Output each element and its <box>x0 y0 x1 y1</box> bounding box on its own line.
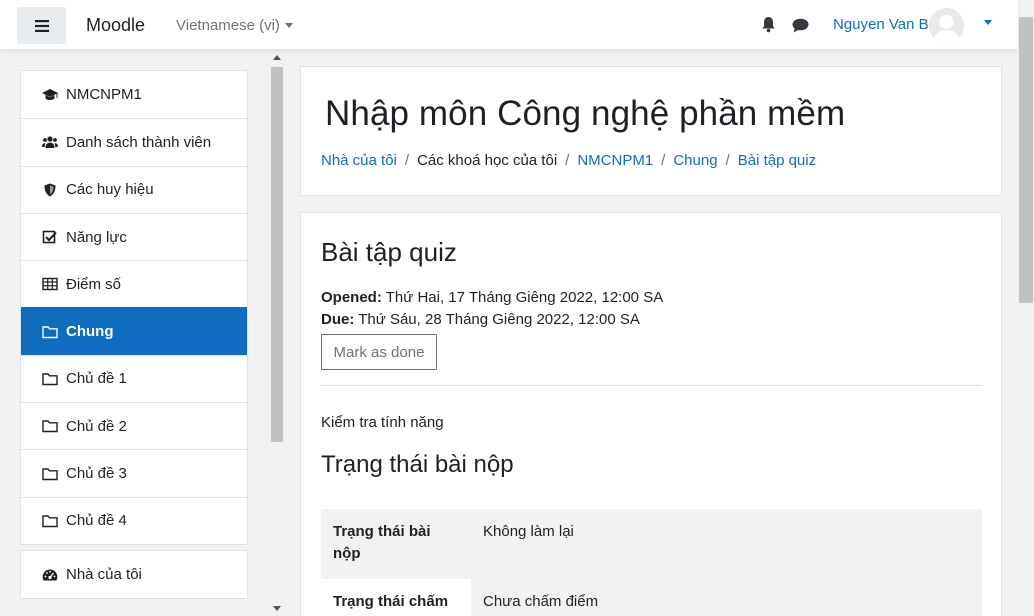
sidebar-item-label: Chủ đề 1 <box>66 370 127 388</box>
course-nav-group: NMCNPM1 Danh sách thành viên Các huy hiệu N… <box>20 70 248 545</box>
sidebar-item-nmcnpm1[interactable]: NMCNPM1 <box>21 71 247 118</box>
bell-icon[interactable] <box>760 16 777 33</box>
sidebar-item-nha-cua-toi[interactable]: Nhà của tôi <box>21 551 247 598</box>
breadcrumb-item[interactable]: NMCNPM1 <box>577 152 653 169</box>
opened-value: Thứ Hai, 17 Tháng Giêng 2022, 12:00 SA <box>385 289 664 306</box>
activity-region: Bài tập quiz Opened: Thứ Hai, 17 Tháng G… <box>300 212 1002 616</box>
opened-date: Opened: Thứ Hai, 17 Tháng Giêng 2022, 12… <box>321 287 663 309</box>
sidebar-item-label: Chủ đề 2 <box>66 417 127 435</box>
sidebar-item-label: Năng lực <box>66 228 127 246</box>
due-value: Thứ Sáu, 28 Tháng Giêng 2022, 12:00 SA <box>358 311 640 328</box>
breadcrumb-item[interactable]: Bài tập quiz <box>738 152 816 169</box>
page-scrollbar[interactable] <box>1018 0 1034 616</box>
sidebar-item-nang-luc[interactable]: Năng lực <box>21 212 247 260</box>
sidebar-item-cac-huy-hieu[interactable]: Các huy hiệu <box>21 165 247 213</box>
sidebar-item-label: Các huy hiệu <box>66 181 154 199</box>
opened-label: Opened: <box>321 289 382 306</box>
folder-icon <box>41 418 59 434</box>
table-row: Trạng thái chấm Chưa chấm điểm <box>321 579 982 616</box>
drawer-scrollbar[interactable] <box>270 50 284 616</box>
scroll-down-icon[interactable] <box>273 606 281 611</box>
folder-icon <box>41 466 59 482</box>
page-header: Nhập môn Công nghệ phần mềm Nhà của tôi /… <box>300 66 1002 196</box>
status-value: Chưa chấm điểm <box>471 579 982 616</box>
due-label: Due: <box>321 311 355 328</box>
mark-as-done-button[interactable]: Mark as done <box>321 334 437 370</box>
divider <box>321 385 982 386</box>
sidebar-item-chu-de-2[interactable]: Chủ đề 2 <box>21 402 247 449</box>
table-row: Trạng thái bài nộp Không làm lại <box>321 509 982 579</box>
breadcrumb-separator: / <box>725 152 730 169</box>
activity-dates: Opened: Thứ Hai, 17 Tháng Giêng 2022, 12… <box>321 287 663 331</box>
language-selector[interactable]: Vietnamese (vi) <box>176 17 280 34</box>
brand-logo[interactable]: Moodle <box>86 15 145 36</box>
activity-intro: Kiểm tra tính năng <box>321 414 444 431</box>
avatar[interactable] <box>929 8 964 43</box>
caret-down-icon[interactable] <box>285 23 293 28</box>
drawer-scrollbar-thumb[interactable] <box>271 67 283 442</box>
user-avatar-icon <box>929 8 964 43</box>
sidebar-item-chu-de-4[interactable]: Chủ đề 4 <box>21 496 247 544</box>
activity-title: Bài tập quiz <box>321 237 457 267</box>
users-icon <box>41 134 59 150</box>
folder-icon <box>41 324 59 340</box>
sidebar-item-label: Chủ đề 3 <box>66 465 127 483</box>
sidebar-item-chung[interactable]: Chung <box>21 307 247 355</box>
graduation-cap-icon <box>41 87 59 103</box>
page-scrollbar-thumb[interactable] <box>1019 17 1033 303</box>
sidebar-item-label: Danh sách thành viên <box>66 133 212 151</box>
drawer-list: NMCNPM1 Danh sách thành viên Các huy hiệu N… <box>20 70 248 600</box>
user-name[interactable]: Nguyen Van B <box>833 16 929 33</box>
breadcrumb-separator: / <box>404 152 410 169</box>
sidebar-item-chu-de-3[interactable]: Chủ đề 3 <box>21 449 247 496</box>
sidebar-item-label: Chung <box>66 323 114 341</box>
breadcrumb-separator: / <box>661 152 666 169</box>
site-nav-group: Nhà của tôi <box>20 549 248 600</box>
status-label: Trạng thái bài nộp <box>321 509 471 579</box>
sidebar-item-chu-de-1[interactable]: Chủ đề 1 <box>21 354 247 402</box>
user-menu-caret-icon[interactable] <box>984 20 992 25</box>
table-icon <box>41 276 59 292</box>
breadcrumb: Nhà của tôi / Các khoá học của tôi / NMCNPM1… <box>321 152 816 169</box>
submission-status-table: Trạng thái bài nộp Không làm lại Trạng t… <box>321 509 982 616</box>
status-value: Không làm lại <box>471 509 982 579</box>
nav-drawer: NMCNPM1 Danh sách thành viên Các huy hiệu N… <box>0 50 285 616</box>
chat-icon[interactable] <box>792 18 809 33</box>
sidebar-item-diem-so[interactable]: Điểm số <box>21 260 247 307</box>
folder-icon <box>41 513 59 529</box>
sidebar-item-label: Nhà của tôi <box>66 566 142 584</box>
breadcrumb-separator: / <box>565 152 570 169</box>
scroll-up-icon[interactable] <box>273 55 281 60</box>
breadcrumb-item: Các khoá học của tôi <box>417 152 558 169</box>
due-date: Due: Thứ Sáu, 28 Tháng Giêng 2022, 12:00… <box>321 309 663 331</box>
sidebar-item-label: Điểm số <box>66 275 122 293</box>
menu-icon <box>34 19 49 32</box>
page-title: Nhập môn Công nghệ phần mềm <box>325 94 846 133</box>
breadcrumb-item[interactable]: Nhà của tôi <box>321 152 397 169</box>
sidebar-item-danh-sach-thanh-vien[interactable]: Danh sách thành viên <box>21 118 247 165</box>
shield-icon <box>41 182 59 198</box>
status-label: Trạng thái chấm <box>333 593 449 610</box>
check-square-icon <box>41 229 59 245</box>
submission-status-heading: Trạng thái bài nộp <box>321 451 514 478</box>
breadcrumb-item[interactable]: Chung <box>673 152 717 169</box>
top-navbar: Moodle Vietnamese (vi) Nguyen Van B <box>0 0 1018 50</box>
hamburger-menu-button[interactable] <box>17 7 66 44</box>
sidebar-item-label: Chủ đề 4 <box>66 512 127 530</box>
dashboard-icon <box>41 567 59 583</box>
folder-icon <box>41 371 59 387</box>
sidebar-item-label: NMCNPM1 <box>66 86 142 104</box>
